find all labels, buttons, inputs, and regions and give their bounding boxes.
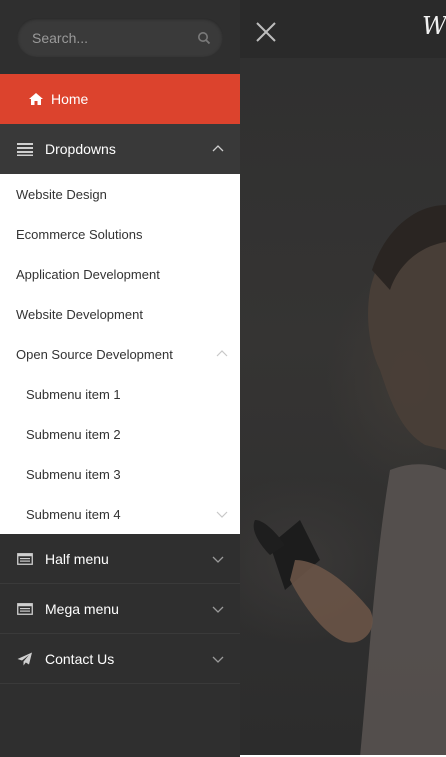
close-icon — [256, 22, 276, 42]
hero-photo — [253, 205, 446, 757]
sidebar-nav: Home Dropdowns Website Design Ecommerce … — [0, 0, 240, 757]
submenu-item-label: Submenu item 3 — [26, 466, 121, 482]
chevron-up-icon[interactable] — [216, 348, 228, 360]
sidebar-footer-space — [0, 684, 240, 757]
search-input[interactable] — [17, 18, 223, 57]
search-area — [0, 0, 240, 74]
submenu-item-open-source-development[interactable]: Open Source Development — [0, 334, 240, 374]
submenu-item-label: Website Development — [16, 306, 143, 322]
list-icon — [17, 142, 33, 156]
search-box — [17, 18, 223, 57]
submenu-item-label: Submenu item 2 — [26, 426, 121, 442]
search-icon[interactable] — [197, 31, 211, 45]
chevron-up-icon[interactable] — [212, 143, 224, 155]
submenu-item-label: Application Development — [16, 266, 160, 282]
window-icon — [17, 602, 33, 616]
nav-item-half-menu-label: Half menu — [45, 550, 109, 567]
nav-item-home-label: Home — [51, 91, 89, 107]
submenu-item-label: Website Design — [16, 186, 107, 202]
nav-item-contact-us[interactable]: Contact Us — [0, 634, 240, 684]
submenu-item-label: Submenu item 1 — [26, 386, 121, 402]
nav-item-mega-menu[interactable]: Mega menu — [0, 584, 240, 634]
chevron-down-icon[interactable] — [212, 603, 224, 615]
paper-plane-icon — [17, 652, 33, 666]
submenu-item-2[interactable]: Submenu item 2 — [0, 414, 240, 454]
submenu-item-website-design[interactable]: Website Design — [0, 174, 240, 214]
chevron-down-icon[interactable] — [212, 653, 224, 665]
window-icon — [17, 552, 33, 566]
submenu-item-website-development[interactable]: Website Development — [0, 294, 240, 334]
submenu-item-label: Ecommerce Solutions — [16, 226, 143, 242]
brand-logo-text: W — [422, 12, 446, 40]
nav-item-mega-menu-label: Mega menu — [45, 600, 119, 617]
chevron-down-icon[interactable] — [212, 553, 224, 565]
nav-item-dropdowns-label: Dropdowns — [45, 141, 116, 157]
nav-item-contact-us-label: Contact Us — [45, 650, 115, 667]
submenu-item-label: Open Source Development — [16, 346, 173, 362]
nav-item-half-menu[interactable]: Half menu — [0, 534, 240, 584]
submenu-item-1[interactable]: Submenu item 1 — [0, 374, 240, 414]
submenu-item-3[interactable]: Submenu item 3 — [0, 454, 240, 494]
dropdowns-submenu: Website Design Ecommerce Solutions Appli… — [0, 174, 240, 534]
nav-item-home[interactable]: Home — [0, 74, 240, 124]
submenu-item-4[interactable]: Submenu item 4 — [0, 494, 240, 534]
home-icon — [28, 92, 44, 106]
chevron-down-icon[interactable] — [216, 508, 228, 520]
close-menu-button[interactable] — [254, 20, 278, 44]
submenu-item-application-development[interactable]: Application Development — [0, 254, 240, 294]
submenu-item-ecommerce-solutions[interactable]: Ecommerce Solutions — [0, 214, 240, 254]
hero-background: W — [240, 0, 446, 757]
nav-item-dropdowns[interactable]: Dropdowns — [0, 124, 240, 174]
submenu-item-label: Submenu item 4 — [26, 506, 121, 522]
